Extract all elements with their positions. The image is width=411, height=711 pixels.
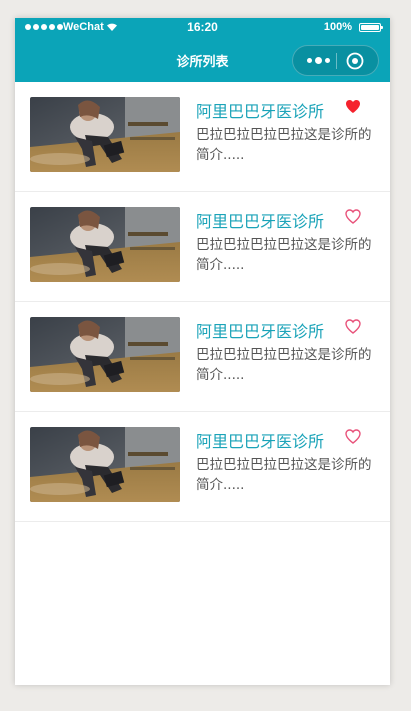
target-close-icon[interactable] bbox=[345, 51, 365, 71]
heart-outline-icon[interactable] bbox=[345, 429, 361, 444]
clinic-thumbnail bbox=[30, 317, 180, 392]
clinic-name[interactable]: 阿里巴巴牙医诊所 bbox=[196, 318, 324, 342]
clinic-list-item[interactable]: 阿里巴巴牙医诊所 巴拉巴拉巴拉巴拉这是诊所的简介..... bbox=[15, 192, 390, 302]
battery-percentage: 100% bbox=[323, 21, 352, 33]
clinic-list-item[interactable]: 阿里巴巴牙医诊所 巴拉巴拉巴拉巴拉这是诊所的简介..... bbox=[15, 82, 390, 192]
clinic-thumbnail bbox=[30, 207, 180, 282]
heart-outline-icon[interactable] bbox=[345, 319, 361, 334]
clinic-description: 巴拉巴拉巴拉巴拉这是诊所的简介..... bbox=[196, 127, 372, 163]
navigation-bar: 诊所列表 bbox=[15, 38, 390, 82]
clinic-list: 阿里巴巴牙医诊所 巴拉巴拉巴拉巴拉这是诊所的简介..... 阿里巴巴牙医诊所 巴… bbox=[15, 82, 390, 522]
more-dots-icon[interactable] bbox=[301, 46, 335, 75]
status-bar: WeChat 16:20 100% bbox=[15, 18, 390, 38]
capsule-divider bbox=[336, 53, 337, 69]
clinic-list-item[interactable]: 阿里巴巴牙医诊所 巴拉巴拉巴拉巴拉这是诊所的简介..... bbox=[15, 412, 390, 522]
clinic-thumbnail bbox=[30, 97, 180, 172]
clinic-thumbnail bbox=[30, 427, 180, 502]
clinic-name[interactable]: 阿里巴巴牙医诊所 bbox=[196, 98, 324, 122]
battery-icon bbox=[359, 23, 383, 32]
heart-filled-icon[interactable] bbox=[345, 99, 361, 114]
clinic-list-item[interactable]: 阿里巴巴牙医诊所 巴拉巴拉巴拉巴拉这是诊所的简介..... bbox=[15, 302, 390, 412]
clinic-description: 巴拉巴拉巴拉巴拉这是诊所的简介..... bbox=[196, 457, 372, 493]
clinic-description: 巴拉巴拉巴拉巴拉这是诊所的简介..... bbox=[196, 347, 372, 383]
clinic-name[interactable]: 阿里巴巴牙医诊所 bbox=[196, 208, 324, 232]
heart-outline-icon[interactable] bbox=[345, 209, 361, 224]
phone-screen: WeChat 16:20 100% 诊所列表 阿里巴巴牙医诊所 巴拉巴拉巴拉巴拉… bbox=[15, 18, 390, 685]
clinic-description: 巴拉巴拉巴拉巴拉这是诊所的简介..... bbox=[196, 237, 372, 273]
clinic-name[interactable]: 阿里巴巴牙医诊所 bbox=[196, 428, 324, 452]
mini-program-capsule bbox=[292, 45, 379, 76]
